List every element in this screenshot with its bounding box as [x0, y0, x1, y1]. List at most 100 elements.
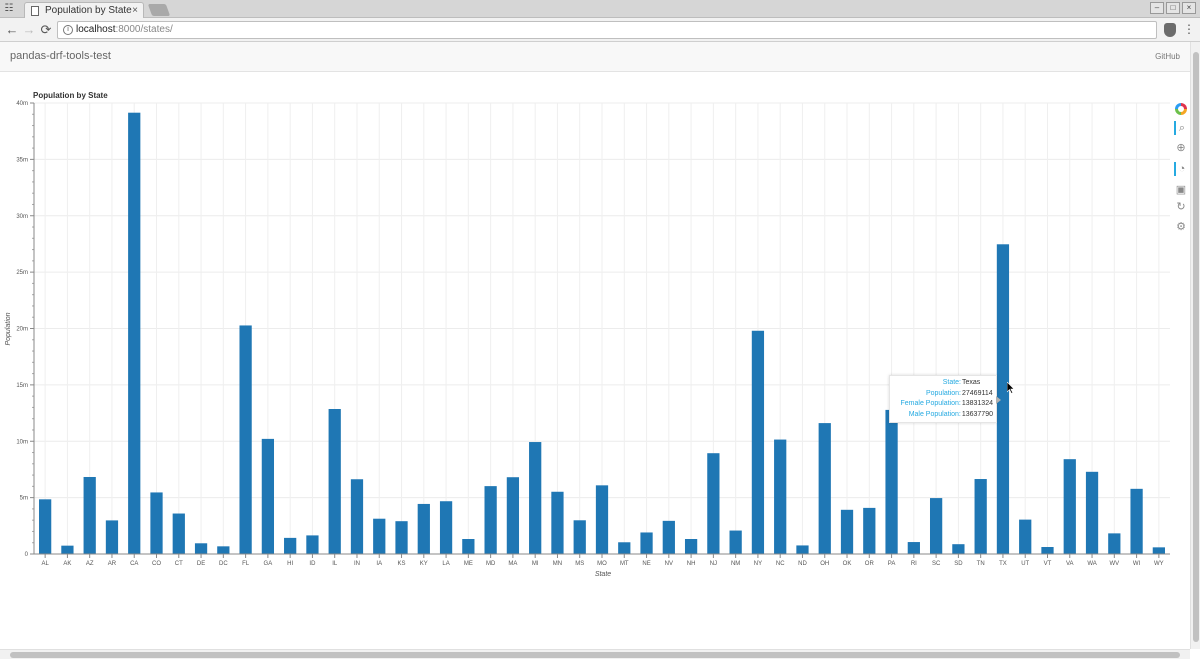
- bar-sc[interactable]: [929, 498, 943, 554]
- reset-icon[interactable]: ↻: [1174, 200, 1188, 214]
- window-controls: – □ ×: [1150, 2, 1196, 14]
- bar-ne[interactable]: [640, 532, 653, 554]
- mouse-cursor-icon: [1007, 382, 1015, 394]
- x-tick-label: DC: [219, 561, 228, 567]
- box-zoom-icon[interactable]: ⌕: [1174, 121, 1188, 135]
- x-tick-label: SC: [932, 561, 941, 567]
- horizontal-scrollbar[interactable]: [0, 649, 1190, 659]
- save-icon[interactable]: ▣: [1174, 183, 1188, 197]
- maximize-icon[interactable]: □: [1166, 2, 1180, 14]
- bar-wy[interactable]: [1152, 547, 1165, 554]
- y-tick-label: 35m: [16, 157, 28, 163]
- bar-wa[interactable]: [1085, 471, 1099, 554]
- bar-de[interactable]: [194, 543, 208, 554]
- bar-me[interactable]: [462, 539, 475, 554]
- info-icon[interactable]: i: [63, 25, 73, 35]
- tooltip-value: Texas: [962, 379, 981, 386]
- bar-la[interactable]: [439, 501, 453, 554]
- bar-wi[interactable]: [1130, 488, 1143, 554]
- bar-ak[interactable]: [61, 545, 74, 554]
- bar-fl[interactable]: [239, 325, 252, 554]
- help-icon[interactable]: ⚙: [1174, 220, 1188, 234]
- bar-ct[interactable]: [172, 513, 185, 554]
- address-bar[interactable]: i localhost:8000/states/: [57, 21, 1157, 39]
- x-tick-label: ME: [464, 561, 473, 567]
- bar-ar[interactable]: [105, 520, 119, 554]
- tooltip-label: Population:: [925, 389, 961, 397]
- bar-ga[interactable]: [261, 438, 275, 554]
- bar-tn[interactable]: [974, 479, 987, 554]
- bar-vt[interactable]: [1041, 547, 1054, 554]
- bar-nv[interactable]: [662, 520, 675, 554]
- bar-id[interactable]: [306, 535, 319, 554]
- tooltip-value: 27469114: [962, 389, 993, 397]
- bar-md[interactable]: [484, 486, 497, 554]
- x-tick-label: AR: [108, 561, 117, 567]
- bar-ri[interactable]: [907, 542, 920, 554]
- bar-ms[interactable]: [573, 520, 586, 554]
- navbar-brand[interactable]: pandas-drf-tools-test: [10, 50, 111, 62]
- y-tick-label: 25m: [16, 270, 28, 276]
- bar-ut[interactable]: [1019, 519, 1032, 554]
- bar-ky[interactable]: [417, 503, 430, 554]
- bar-nj[interactable]: [707, 453, 720, 554]
- x-tick-label: OK: [843, 561, 852, 567]
- y-tick-label: 0: [25, 552, 29, 558]
- shield-extension-icon[interactable]: [1164, 23, 1176, 37]
- tab-menu-icon[interactable]: ☷: [2, 2, 16, 16]
- bar-mt[interactable]: [618, 542, 631, 554]
- x-tick-label: WA: [1087, 561, 1096, 567]
- browser-tab[interactable]: Population by State ×: [24, 2, 144, 18]
- bar-nd[interactable]: [796, 545, 809, 554]
- wheel-zoom-icon[interactable]: ⊕: [1174, 141, 1188, 155]
- bar-il[interactable]: [328, 409, 341, 554]
- x-tick-label: LA: [442, 561, 449, 567]
- bokeh-logo-icon[interactable]: [1175, 103, 1187, 115]
- x-tick-label: NV: [665, 561, 673, 567]
- kebab-menu-icon[interactable]: ⋮: [1183, 21, 1195, 37]
- bar-pa[interactable]: [885, 409, 898, 554]
- minimize-icon[interactable]: –: [1150, 2, 1164, 14]
- bar-wv[interactable]: [1108, 533, 1121, 554]
- bar-in[interactable]: [350, 479, 364, 554]
- x-tick-label: ND: [798, 561, 807, 567]
- url-host: localhost: [76, 24, 116, 35]
- close-window-icon[interactable]: ×: [1182, 2, 1196, 14]
- bar-sd[interactable]: [952, 544, 965, 554]
- bar-az[interactable]: [83, 476, 96, 554]
- bar-mo[interactable]: [595, 485, 609, 554]
- bar-ks[interactable]: [395, 521, 408, 554]
- bar-nm[interactable]: [729, 530, 742, 554]
- bar-ma[interactable]: [506, 477, 520, 554]
- bar-hi[interactable]: [284, 537, 297, 554]
- bar-oh[interactable]: [818, 423, 831, 554]
- browser-toolbar: ← → ⟳ i localhost:8000/states/ ⋮: [0, 18, 1200, 42]
- hover-icon[interactable]: ◔: [1174, 162, 1188, 176]
- bar-mn[interactable]: [551, 491, 564, 554]
- bar-or[interactable]: [863, 507, 876, 554]
- vertical-scrollbar[interactable]: [1190, 42, 1200, 649]
- x-tick-label: AK: [63, 561, 71, 567]
- bar-ca[interactable]: [128, 112, 141, 554]
- tab-close-icon[interactable]: ×: [132, 3, 138, 18]
- new-tab-button[interactable]: [147, 4, 171, 16]
- bar-ny[interactable]: [751, 330, 765, 554]
- github-link[interactable]: GitHub: [1155, 52, 1180, 61]
- bar-ok[interactable]: [840, 509, 854, 554]
- vertical-scroll-thumb[interactable]: [1193, 52, 1199, 642]
- bar-co[interactable]: [150, 492, 163, 554]
- arrow-right-icon[interactable]: →: [21, 22, 37, 38]
- bar-al[interactable]: [39, 499, 52, 554]
- bar-nc[interactable]: [774, 439, 787, 554]
- y-tick-label: 20m: [16, 327, 28, 333]
- arrow-left-icon[interactable]: ←: [4, 22, 20, 38]
- bar-dc[interactable]: [217, 546, 230, 554]
- bar-mi[interactable]: [529, 442, 542, 554]
- bar-nh[interactable]: [684, 539, 698, 554]
- bar-chart[interactable]: 0 5m 10m 15m 20m 25m 30m 35m 40m AL AK AZ AR CA CO CT DE…: [0, 78, 1170, 648]
- bar-ia[interactable]: [373, 518, 386, 554]
- horizontal-scroll-thumb[interactable]: [10, 652, 1180, 658]
- x-tick-label: OR: [865, 561, 875, 567]
- reload-icon[interactable]: ⟳: [38, 22, 54, 38]
- bar-va[interactable]: [1063, 459, 1076, 554]
